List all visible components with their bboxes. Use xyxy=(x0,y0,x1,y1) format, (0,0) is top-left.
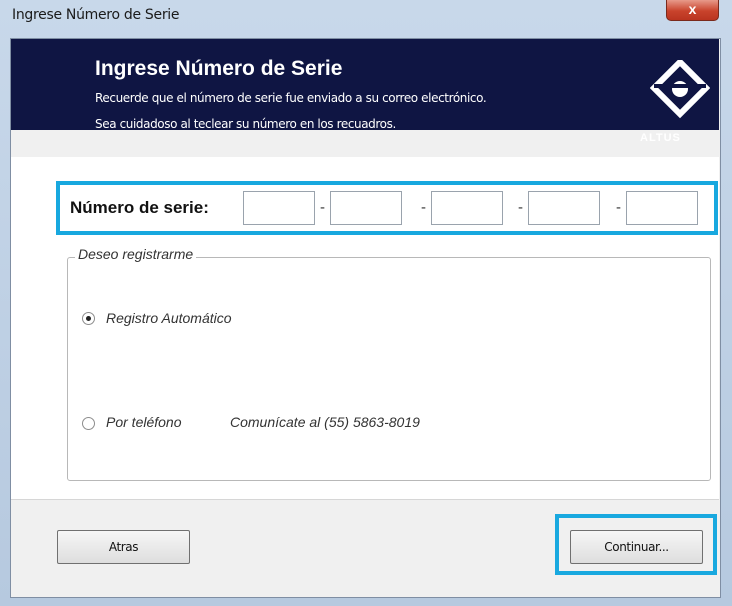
phone-contact-note: Comunícate al (55) 5863-8019 xyxy=(230,414,420,430)
serial-label: Número de serie: xyxy=(70,198,209,217)
banner-instruction-1: Recuerde que el número de serie fue envi… xyxy=(95,91,487,105)
banner-instruction-2: Sea cuidadoso al teclear su número en lo… xyxy=(95,117,396,131)
option-auto-register-label[interactable]: Registro Automático xyxy=(106,310,232,326)
register-group-legend: Deseo registrarme xyxy=(75,246,197,262)
serial-separator: - xyxy=(616,199,621,216)
footer-divider xyxy=(11,499,719,500)
serial-separator: - xyxy=(518,199,523,216)
window-title: Ingrese Número de Serie xyxy=(12,7,180,23)
close-button[interactable]: x xyxy=(666,0,719,21)
back-button[interactable]: Atras xyxy=(57,530,190,564)
serial-separator: - xyxy=(320,199,325,216)
option-phone-register-label[interactable]: Por teléfono xyxy=(106,414,182,430)
serial-field-1[interactable] xyxy=(243,191,315,225)
title-bar[interactable]: Ingrese Número de Serie xyxy=(0,0,732,40)
serial-field-3[interactable] xyxy=(431,191,503,225)
serial-field-4[interactable] xyxy=(528,191,600,225)
radio-phone-register[interactable] xyxy=(82,417,95,430)
serial-field-5[interactable] xyxy=(626,191,698,225)
serial-separator: - xyxy=(421,199,426,216)
altus-logo-icon xyxy=(650,60,710,119)
continue-button[interactable]: Continuar... xyxy=(570,530,703,564)
radio-auto-register[interactable] xyxy=(82,312,95,325)
banner-title: Ingrese Número de Serie xyxy=(95,57,343,80)
logo-text: ALTUS xyxy=(640,132,681,144)
serial-field-2[interactable] xyxy=(330,191,402,225)
register-groupbox xyxy=(67,257,711,481)
